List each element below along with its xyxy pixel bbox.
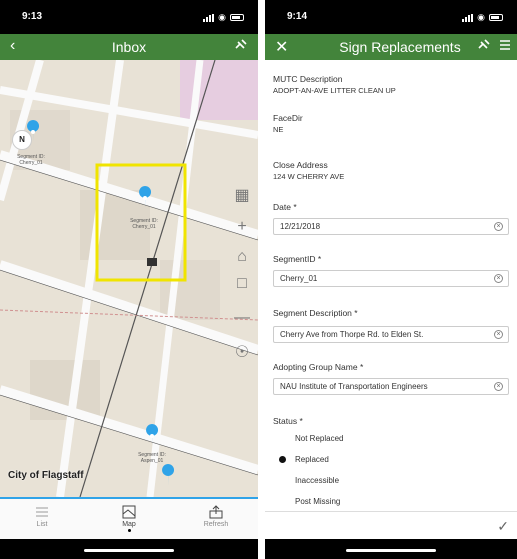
battery-icon (230, 14, 244, 21)
tab-map[interactable]: Map (99, 503, 159, 532)
status-bar: 9:13 ◉ (0, 0, 258, 34)
satellite-icon[interactable] (234, 38, 248, 57)
map-pin-label: Segment ID: Cherry_01 (17, 154, 45, 166)
status-icons: ◉ (203, 12, 244, 23)
adopting-group-input[interactable]: NAU Institute of Transportation Engineer… (273, 378, 509, 395)
field-value: 124 W CHERRY AVE (273, 172, 345, 181)
status-time: 9:14 (287, 11, 308, 22)
segment-description-input[interactable]: Cherry Ave from Thorpe Rd. to Elden St. … (273, 326, 509, 343)
field-value: ADOPT-AN-AVE LITTER CLEAN UP (273, 86, 396, 95)
submit-check-icon[interactable]: ✓ (497, 518, 509, 535)
wifi-icon: ◉ (218, 12, 226, 22)
zoom-out-button[interactable]: — (232, 308, 252, 328)
nav-bar: ✕ Sign Replacements (265, 34, 517, 60)
radio-icon (279, 477, 286, 484)
signal-icon (462, 13, 474, 22)
clear-icon[interactable]: × (494, 274, 503, 283)
sign-form: MUTC Description ADOPT-AN-AVE LITTER CLE… (265, 68, 517, 508)
form-footer: ✓ (265, 511, 517, 539)
field-facedir: FaceDir NE (273, 113, 509, 134)
page-title: Inbox (111, 39, 147, 55)
map-attribution: City of Flagstaff (8, 470, 84, 481)
field-label: Adopting Group Name * (273, 362, 364, 372)
field-label: Date * (273, 202, 297, 212)
field-mutc: MUTC Description ADOPT-AN-AVE LITTER CLE… (273, 74, 509, 95)
radio-icon (279, 435, 286, 442)
list-icon (12, 503, 72, 521)
radio-inaccessible[interactable]: Inaccessible (279, 476, 339, 485)
locate-icon[interactable]: ☉ (232, 342, 252, 362)
radio-post-missing[interactable]: Post Missing (279, 497, 340, 506)
nav-bar: ‹ Inbox (0, 34, 258, 60)
radio-label: Not Replaced (295, 434, 344, 443)
radio-icon (279, 498, 286, 505)
field-label: SegmentID * (273, 254, 322, 264)
active-tab-indicator (127, 529, 131, 532)
field-value: NE (273, 125, 284, 134)
field-date: Date * 12/21/2018 × (273, 202, 509, 242)
bottom-tab-bar: List Map Refresh (0, 497, 258, 539)
home-icon[interactable]: ⌂ (232, 247, 252, 267)
field-label: Close Address (273, 160, 328, 170)
field-adopting-group: Adopting Group Name * NAU Institute of T… (273, 362, 509, 402)
radio-label: Inaccessible (295, 476, 340, 485)
field-segment-description: Segment Description * Cherry Ave from Th… (273, 308, 509, 348)
status-icons: ◉ (462, 12, 503, 23)
clear-icon[interactable]: × (494, 330, 503, 339)
tab-label: Map (122, 521, 136, 528)
field-address: Close Address 124 W CHERRY AVE (273, 160, 509, 181)
clear-icon[interactable]: × (494, 222, 503, 231)
field-label: FaceDir (273, 113, 303, 123)
radio-label: Post Missing (295, 497, 341, 506)
status-time: 9:13 (22, 11, 43, 22)
signal-icon (203, 13, 215, 22)
refresh-icon (186, 503, 246, 521)
phone-screen-form: 9:14 ◉ ✕ Sign Replacements MUTC Descript… (265, 0, 517, 559)
field-label: Status * (273, 416, 303, 426)
full-extent-icon[interactable]: □ (232, 274, 252, 294)
menu-icon[interactable] (499, 38, 511, 56)
field-label: Segment Description * (273, 308, 358, 318)
compass-icon[interactable]: N (12, 130, 32, 150)
home-indicator (0, 539, 258, 559)
status-bar: 9:14 ◉ (265, 0, 517, 34)
radio-icon (279, 456, 286, 463)
radio-not-replaced[interactable]: Not Replaced (279, 434, 343, 443)
map-icon (99, 503, 159, 521)
date-input[interactable]: 12/21/2018 × (273, 218, 509, 235)
basemap-icon[interactable]: ▦ (232, 185, 252, 205)
input-value: Cherry Ave from Thorpe Rd. to Elden St. (280, 330, 424, 339)
field-label: MUTC Description (273, 74, 343, 84)
battery-icon (489, 14, 503, 21)
tab-list[interactable]: List (12, 503, 72, 528)
tab-refresh[interactable]: Refresh (186, 503, 246, 528)
home-indicator (265, 539, 517, 559)
satellite-icon[interactable] (477, 38, 491, 57)
input-value: Cherry_01 (280, 274, 318, 283)
tab-label: Refresh (203, 521, 229, 528)
map-pin-label: Segment ID: Cherry_01 (130, 218, 158, 230)
field-status: Status * (273, 416, 509, 426)
radio-replaced[interactable]: Replaced (279, 455, 329, 464)
map-pin-label: Segment ID: Aspen_01 (138, 452, 166, 464)
phone-screen-inbox: 9:13 ◉ ‹ Inbox N Segment ID: Cherry_01 S… (0, 0, 258, 559)
map-streets (0, 60, 258, 497)
segmentid-input[interactable]: Cherry_01 × (273, 270, 509, 287)
input-value: NAU Institute of Transportation Engineer… (280, 382, 428, 391)
clear-icon[interactable]: × (494, 382, 503, 391)
wifi-icon: ◉ (477, 12, 485, 22)
field-segmentid: SegmentID * Cherry_01 × (273, 254, 509, 294)
map-view[interactable]: N Segment ID: Cherry_01 Segment ID: Cher… (0, 60, 258, 497)
input-value: 12/21/2018 (280, 222, 321, 231)
tab-label: List (36, 521, 48, 528)
radio-label: Replaced (295, 455, 329, 464)
zoom-in-button[interactable]: + (232, 217, 252, 237)
